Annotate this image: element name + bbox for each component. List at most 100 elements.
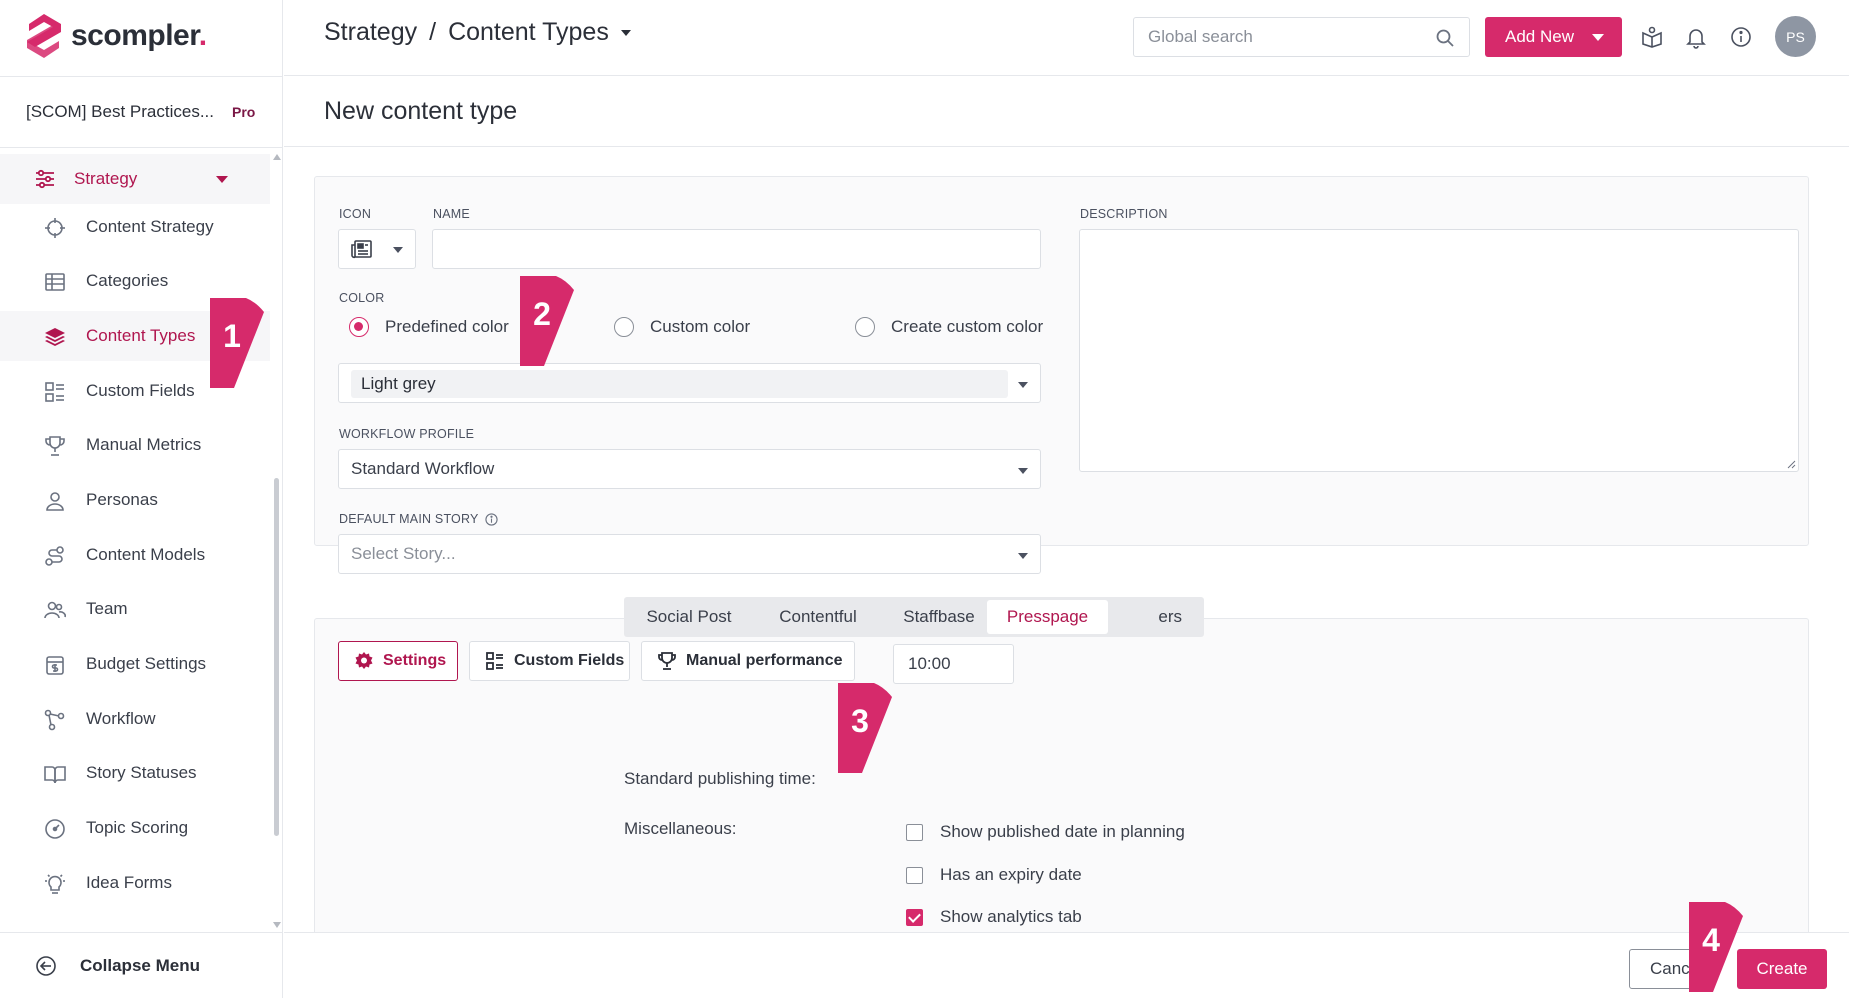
resize-handle-icon[interactable]: [1786, 459, 1796, 469]
chevron-down-icon: [216, 176, 228, 183]
radio-circle[interactable]: [349, 317, 369, 337]
radio-create-custom-color[interactable]: Create custom color: [855, 317, 1043, 337]
collapse-menu-label: Collapse Menu: [80, 955, 200, 975]
create-button[interactable]: Create: [1737, 949, 1827, 989]
grid-list-icon: [45, 382, 64, 402]
tab-manual-performance[interactable]: Manual performance: [641, 641, 855, 681]
team-icon: [44, 601, 66, 619]
checkbox-has-expiry-date[interactable]: Has an expiry date: [906, 865, 1082, 885]
scrollbar-thumb[interactable]: [274, 478, 279, 836]
channel-tab-others[interactable]: ers: [1116, 600, 1200, 634]
channel-tab-presspage[interactable]: Presspage: [987, 600, 1108, 634]
info-icon[interactable]: [484, 512, 498, 526]
sidebar-item-label: Budget Settings: [86, 654, 207, 673]
sidebar-item-content-strategy[interactable]: Content Strategy: [0, 202, 270, 252]
info-icon[interactable]: [1729, 25, 1753, 49]
sidebar-group-label: Strategy: [74, 169, 138, 188]
description-textarea[interactable]: [1079, 229, 1799, 472]
publishing-time-input[interactable]: 10:00: [893, 644, 1014, 684]
icon-picker[interactable]: [338, 229, 416, 269]
scroll-down-arrow-icon[interactable]: [273, 922, 281, 928]
radio-circle[interactable]: [614, 317, 634, 337]
sidebar-item-manual-metrics[interactable]: Manual Metrics: [0, 420, 270, 470]
sidebar: scompler. [SCOM] Best Practices... Pro S…: [0, 0, 283, 998]
workspace-selector[interactable]: [SCOM] Best Practices... Pro: [0, 76, 283, 148]
search-icon[interactable]: [1435, 28, 1455, 48]
sidebar-item-team[interactable]: Team: [0, 584, 270, 634]
gear-icon: [355, 652, 373, 669]
chevron-down-icon: [1592, 34, 1604, 41]
gauge-icon: [45, 819, 65, 839]
radio-label: Predefined color: [385, 317, 509, 336]
sidebar-item-label: Content Models: [86, 545, 206, 564]
sidebar-item-label: Idea Forms: [86, 873, 172, 892]
checkbox-label: Show analytics tab: [940, 907, 1082, 926]
collapse-menu-button[interactable]: Collapse Menu: [0, 932, 283, 998]
sidebar-item-label: Team: [86, 599, 128, 618]
radio-circle[interactable]: [855, 317, 875, 337]
academy-icon[interactable]: [1640, 25, 1664, 49]
checkbox-show-published-date[interactable]: Show published date in planning: [906, 822, 1185, 842]
sidebar-item-story-statuses[interactable]: Story Statuses: [0, 748, 270, 798]
miscellaneous-label: Miscellaneous:: [624, 819, 737, 838]
tab-label: Settings: [383, 652, 447, 669]
sidebar-group-strategy[interactable]: Strategy: [0, 154, 270, 204]
logo[interactable]: scompler.: [25, 12, 207, 60]
step-callout-2: 2: [520, 276, 576, 388]
callout-number: 3: [851, 703, 869, 739]
radio-predefined-color[interactable]: Predefined color: [349, 317, 509, 337]
workflow-profile-value: Standard Workflow: [351, 459, 495, 478]
name-input[interactable]: [432, 229, 1041, 269]
add-new-button[interactable]: Add New: [1485, 17, 1622, 57]
sidebar-nav: Strategy Content Strategy Categories Con…: [0, 150, 270, 930]
color-select[interactable]: Light grey: [338, 363, 1041, 403]
bell-icon[interactable]: [1684, 25, 1708, 49]
main-content: ICON NAME COLOR Predefined color Custom …: [284, 148, 1849, 932]
sidebar-scrollbar[interactable]: [272, 150, 281, 930]
checkbox-box[interactable]: [906, 866, 923, 884]
default-main-story-select[interactable]: Select Story...: [338, 534, 1041, 574]
breadcrumb-current[interactable]: Content Types: [448, 18, 609, 47]
chevron-down-icon[interactable]: [620, 29, 631, 36]
global-search[interactable]: [1133, 17, 1470, 57]
tab-settings[interactable]: Settings: [338, 641, 458, 681]
channel-tab-contentful[interactable]: Contentful: [757, 600, 879, 634]
page-title: New content type: [324, 97, 518, 125]
breadcrumb-root[interactable]: Strategy: [324, 18, 417, 47]
sidebar-item-personas[interactable]: Personas: [0, 475, 270, 525]
logo-text: scompler.: [71, 19, 207, 52]
page-title-bar: New content type: [284, 77, 1849, 147]
workflow-profile-label: WORKFLOW PROFILE: [339, 427, 475, 441]
global-search-input[interactable]: [1134, 18, 1414, 56]
step-callout-1: 1: [210, 298, 266, 410]
radio-custom-color[interactable]: Custom color: [614, 317, 750, 337]
sidebar-item-label: Content Types: [86, 326, 196, 345]
channel-tab-staffbase[interactable]: Staffbase: [884, 600, 994, 634]
tab-label: Custom Fields: [514, 652, 625, 669]
scroll-up-arrow-icon[interactable]: [273, 154, 281, 160]
sidebar-item-label: Personas: [86, 490, 158, 509]
channel-segmented-control: Social Post Contentful Staffbase Presspa…: [624, 597, 1204, 637]
tab-custom-fields[interactable]: Custom Fields: [469, 641, 630, 681]
checkbox-box[interactable]: [906, 908, 923, 926]
budget-icon: [46, 656, 64, 675]
workflow-profile-select[interactable]: Standard Workflow: [338, 449, 1041, 489]
sidebar-item-label: Content Strategy: [86, 217, 214, 236]
scompler-logo-icon: [27, 14, 61, 58]
sidebar-item-label: Custom Fields: [86, 381, 195, 400]
channel-tab-social-post[interactable]: Social Post: [628, 600, 750, 634]
checkbox-box[interactable]: [906, 823, 923, 841]
sidebar-item-topic-scoring[interactable]: Topic Scoring: [0, 803, 270, 853]
trophy-icon: [658, 652, 676, 670]
sidebar-item-label: Workflow: [86, 709, 156, 728]
checkbox-show-analytics-tab[interactable]: Show analytics tab: [906, 907, 1082, 927]
description-label: DESCRIPTION: [1080, 207, 1168, 221]
sidebar-item-idea-forms[interactable]: Idea Forms: [0, 858, 270, 908]
sidebar-item-workflow[interactable]: Workflow: [0, 694, 270, 744]
sidebar-item-budget-settings[interactable]: Budget Settings: [0, 639, 270, 689]
publishing-time-label: Standard publishing time:: [624, 769, 816, 788]
icon-label: ICON: [339, 207, 372, 221]
top-header: Strategy / Content Types Add New PS: [284, 0, 1849, 76]
sidebar-item-content-models[interactable]: Content Models: [0, 530, 270, 580]
user-avatar[interactable]: PS: [1775, 16, 1816, 57]
